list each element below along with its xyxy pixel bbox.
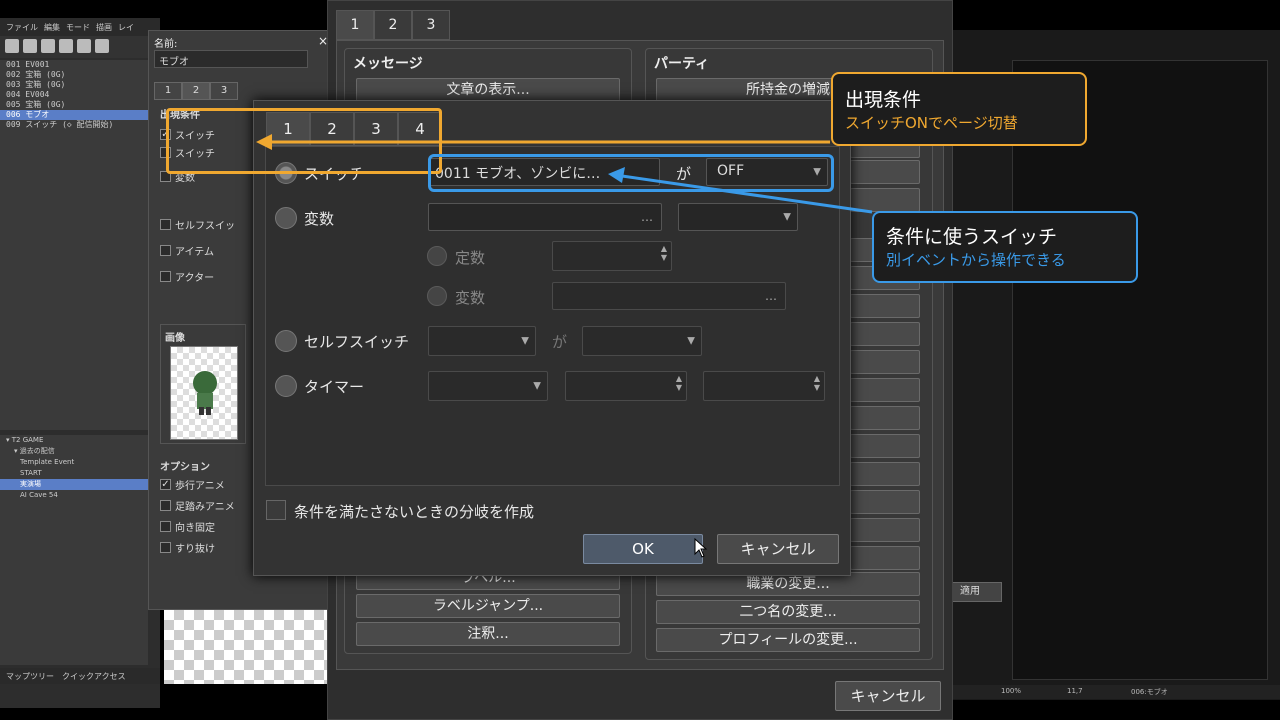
blue-arrow-line bbox=[621, 174, 873, 214]
callout-orange-subtitle: スイッチONでページ切替 bbox=[845, 114, 1018, 132]
orange-arrow-head-icon bbox=[256, 134, 272, 150]
callout-condition-switch: 条件に使うスイッチ 別イベントから操作できる bbox=[872, 211, 1138, 283]
blue-arrow-head-icon bbox=[608, 167, 625, 183]
callout-blue-subtitle: 別イベントから操作できる bbox=[886, 251, 1066, 269]
annotation-arrows bbox=[256, 134, 873, 214]
callout-blue-title: 条件に使うスイッチ bbox=[886, 226, 1058, 248]
callout-appearance-condition: 出現条件 スイッチONでページ切替 bbox=[831, 72, 1087, 146]
callout-orange-title: 出現条件 bbox=[845, 89, 922, 111]
